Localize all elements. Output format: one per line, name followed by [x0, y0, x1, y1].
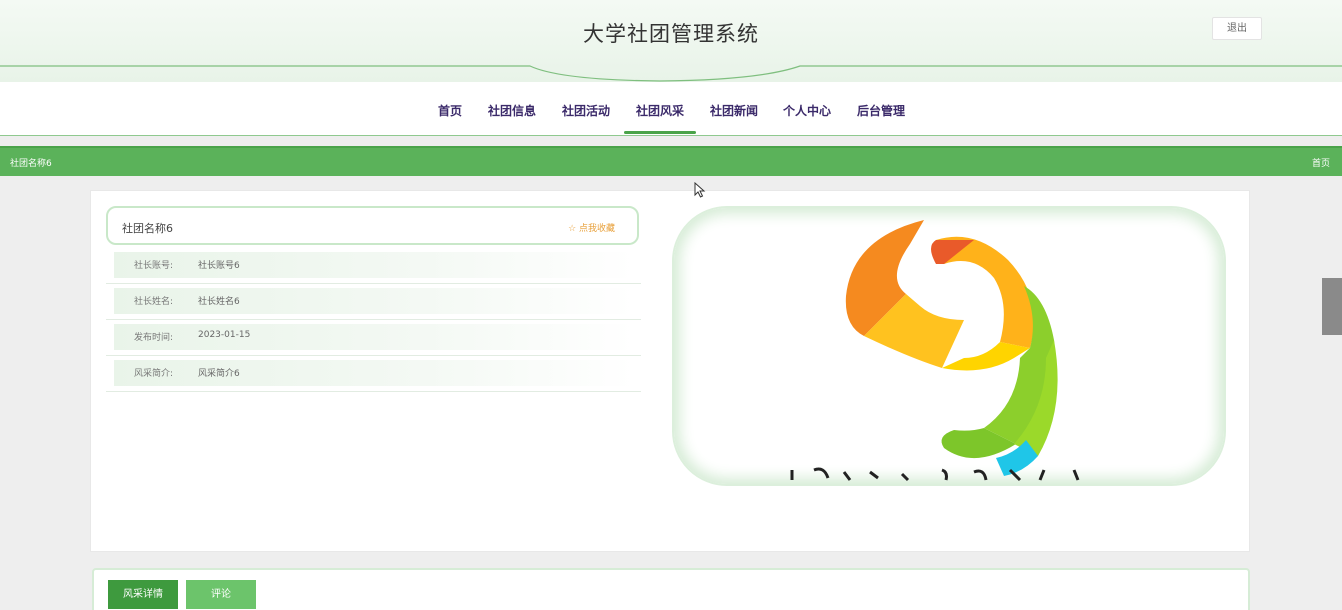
info-value: 社长账号6	[198, 261, 240, 271]
club-name: 社团名称6	[122, 222, 173, 235]
tab-comments[interactable]: 评论	[186, 580, 256, 609]
nav-list: 首页 社团信息 社团活动 社团风采 社团新闻 个人中心 后台管理	[0, 82, 1342, 136]
site-header: 大学社团管理系统 退出	[0, 0, 1342, 82]
info-row-background	[114, 360, 634, 386]
club-image-frame	[672, 206, 1226, 486]
breadcrumb-current: 社团名称6	[10, 159, 52, 169]
tab-showcase-detail[interactable]: 风采详情	[108, 580, 178, 609]
scrollbar-thumb[interactable]	[1322, 278, 1342, 335]
main-nav: 首页 社团信息 社团活动 社团风采 社团新闻 个人中心 后台管理	[0, 82, 1342, 136]
info-row-president-account: 社长账号: 社长账号6	[106, 248, 641, 284]
info-row-background	[114, 252, 634, 278]
info-value: 风采简介6	[198, 369, 240, 379]
info-row-showcase-intro: 风采简介: 风采简介6	[106, 356, 641, 392]
club-name-box: 社团名称6 ☆ 点我收藏	[106, 206, 639, 245]
favorite-button[interactable]: ☆ 点我收藏	[568, 221, 615, 234]
info-row-background	[114, 324, 634, 350]
site-title: 大学社团管理系统	[583, 22, 759, 46]
info-label: 风采简介:	[134, 369, 174, 379]
info-label: 发布时间:	[134, 333, 174, 343]
info-label: 社长姓名:	[134, 297, 174, 307]
info-row-publish-time: 发布时间: 2023-01-15	[106, 320, 641, 356]
info-row-background	[114, 288, 634, 314]
breadcrumb-home-link[interactable]: 首页	[1312, 156, 1330, 169]
tab-panel	[92, 568, 1250, 610]
club-logo-image	[790, 220, 1080, 482]
breadcrumb: 社团名称6 首页	[0, 146, 1342, 176]
nav-item-home[interactable]: 首页	[438, 102, 462, 119]
info-label: 社长账号:	[134, 261, 174, 271]
nav-item-club-activities[interactable]: 社团活动	[562, 102, 610, 119]
nav-item-club-showcase[interactable]: 社团风采	[636, 102, 684, 119]
nav-item-club-info[interactable]: 社团信息	[488, 102, 536, 119]
info-value: 2023-01-15	[198, 330, 251, 340]
info-row-president-name: 社长姓名: 社长姓名6	[106, 284, 641, 320]
nav-active-indicator	[624, 131, 696, 134]
nav-item-club-news[interactable]: 社团新闻	[710, 102, 758, 119]
nav-item-admin[interactable]: 后台管理	[857, 102, 905, 119]
logout-button[interactable]: 退出	[1212, 17, 1262, 40]
nav-item-personal-center[interactable]: 个人中心	[783, 102, 831, 119]
info-value: 社长姓名6	[198, 297, 240, 307]
mouse-pointer-icon	[694, 182, 706, 198]
